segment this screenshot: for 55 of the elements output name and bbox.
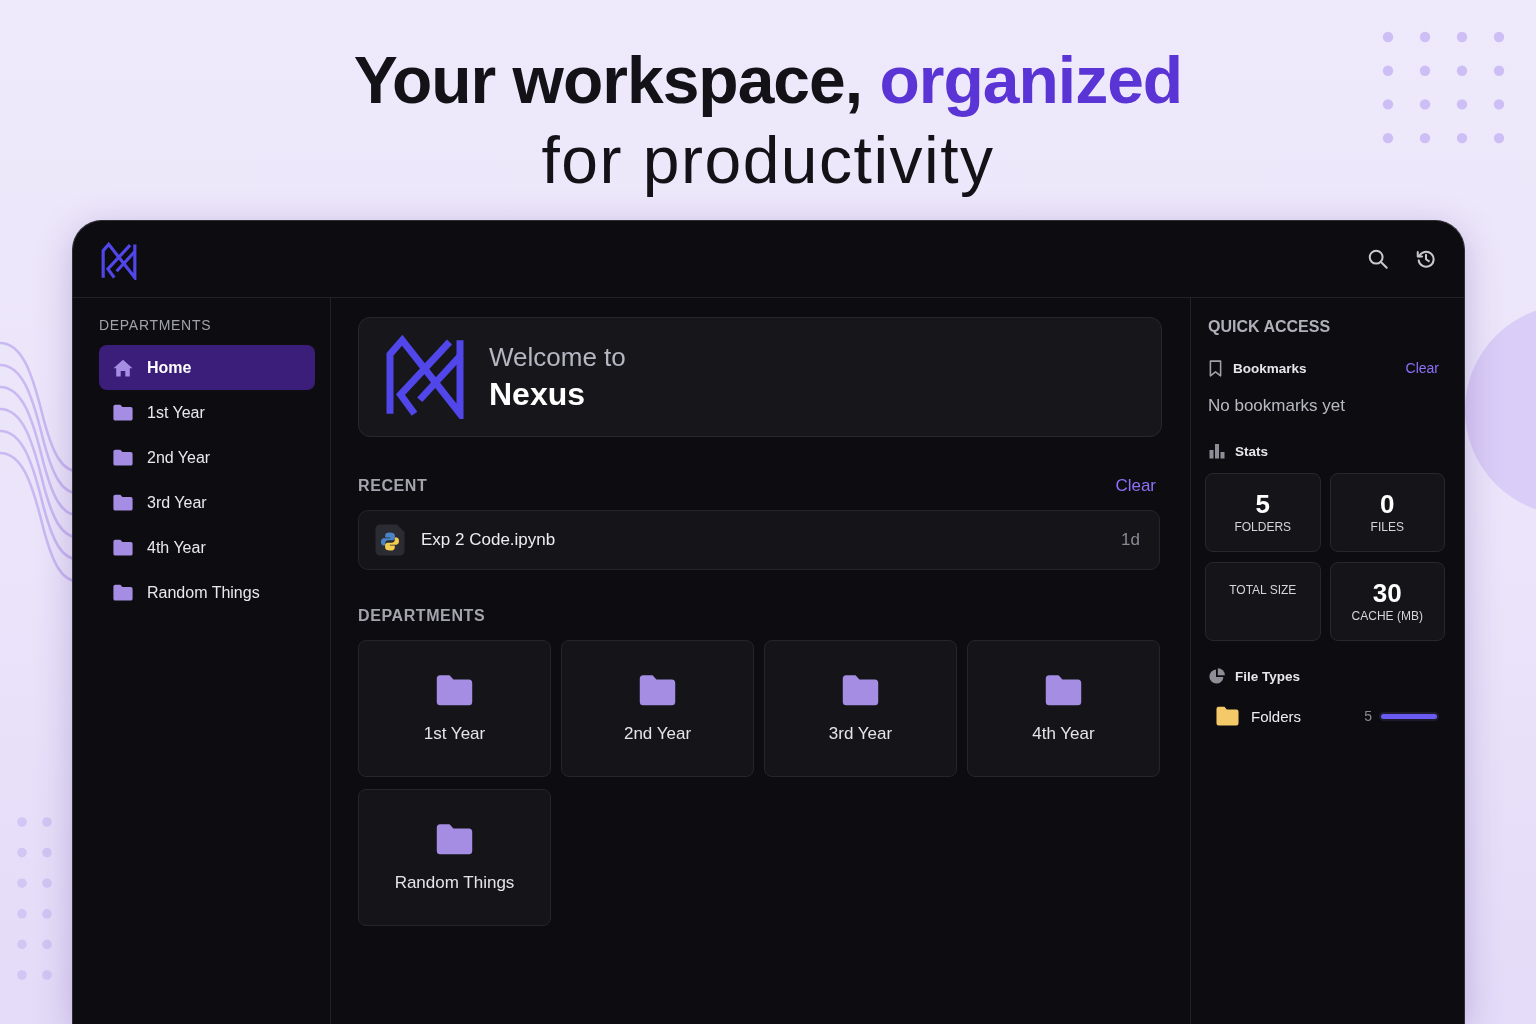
panel-heading: QUICK ACCESS — [1207, 317, 1332, 337]
folder-icon — [842, 673, 879, 706]
nav-item[interactable]: 3rd Year — [99, 480, 315, 525]
pie-chart-icon — [1209, 668, 1225, 684]
subsection-title: File Types — [1235, 668, 1301, 684]
stat-value: 0 — [1380, 490, 1395, 517]
folder-icon — [113, 539, 133, 556]
clear-button[interactable]: Clear — [1115, 476, 1156, 496]
folder-card[interactable]: Random Things — [358, 789, 551, 926]
stat-value: 5 — [1255, 490, 1270, 517]
folder-icon — [1216, 706, 1239, 726]
bar-chart-icon — [1209, 443, 1225, 459]
file-type-count: 5 — [1364, 708, 1372, 724]
folder-icon — [113, 494, 133, 511]
search-icon[interactable] — [1367, 248, 1389, 270]
stat-label: FILES — [1370, 518, 1404, 535]
file-type-label: Folders — [1251, 707, 1303, 725]
subsection-title: Stats — [1235, 443, 1268, 459]
nav-item[interactable]: 4th Year — [99, 525, 315, 570]
nav-item[interactable]: 2nd Year — [99, 435, 315, 480]
stat-label: FOLDERS — [1234, 518, 1292, 535]
file-icon — [375, 524, 405, 556]
file-name: Exp 2 Code.ipynb — [421, 530, 557, 550]
recent-file-row[interactable]: Exp 2 Code.ipynb 1d — [358, 510, 1160, 570]
section-heading: DEPARTMENTS — [99, 316, 213, 334]
folder-card[interactable]: 2nd Year — [561, 640, 754, 777]
section-heading: DEPARTMENTS — [358, 606, 486, 626]
folder-icon — [113, 584, 133, 601]
folder-icon — [113, 404, 133, 421]
logo-icon — [100, 242, 138, 280]
folder-card[interactable]: 4th Year — [967, 640, 1160, 777]
empty-state-text: No bookmarks yet — [1207, 396, 1346, 416]
welcome-text: Welcome to — [489, 341, 626, 374]
folder-icon — [639, 673, 676, 706]
nav-item[interactable]: 1st Year — [99, 390, 315, 435]
folder-card[interactable]: 3rd Year — [764, 640, 957, 777]
file-age: 1d — [1121, 530, 1140, 550]
nav-item[interactable]: Random Things — [99, 570, 315, 615]
folder-icon — [436, 822, 473, 855]
stat-value: 30 — [1372, 579, 1402, 606]
section-heading: RECENT — [358, 476, 428, 496]
app-title: Nexus — [489, 375, 587, 414]
folder-icon — [436, 673, 473, 706]
folder-icon — [1045, 673, 1082, 706]
stat-label: CACHE (MB) — [1351, 607, 1423, 624]
folder-icon — [113, 449, 133, 466]
bookmark-icon — [1209, 359, 1222, 377]
history-icon[interactable] — [1415, 248, 1437, 270]
headline: Your workspace, organized for productivity — [353, 42, 1183, 199]
subsection-title: Bookmarks — [1233, 360, 1307, 376]
stat-label: TOTAL SIZE — [1229, 582, 1297, 599]
folder-card[interactable]: 1st Year — [358, 640, 551, 777]
home-icon — [113, 358, 133, 377]
nav-item[interactable]: Home — [99, 345, 315, 390]
clear-button[interactable]: Clear — [1405, 359, 1439, 377]
